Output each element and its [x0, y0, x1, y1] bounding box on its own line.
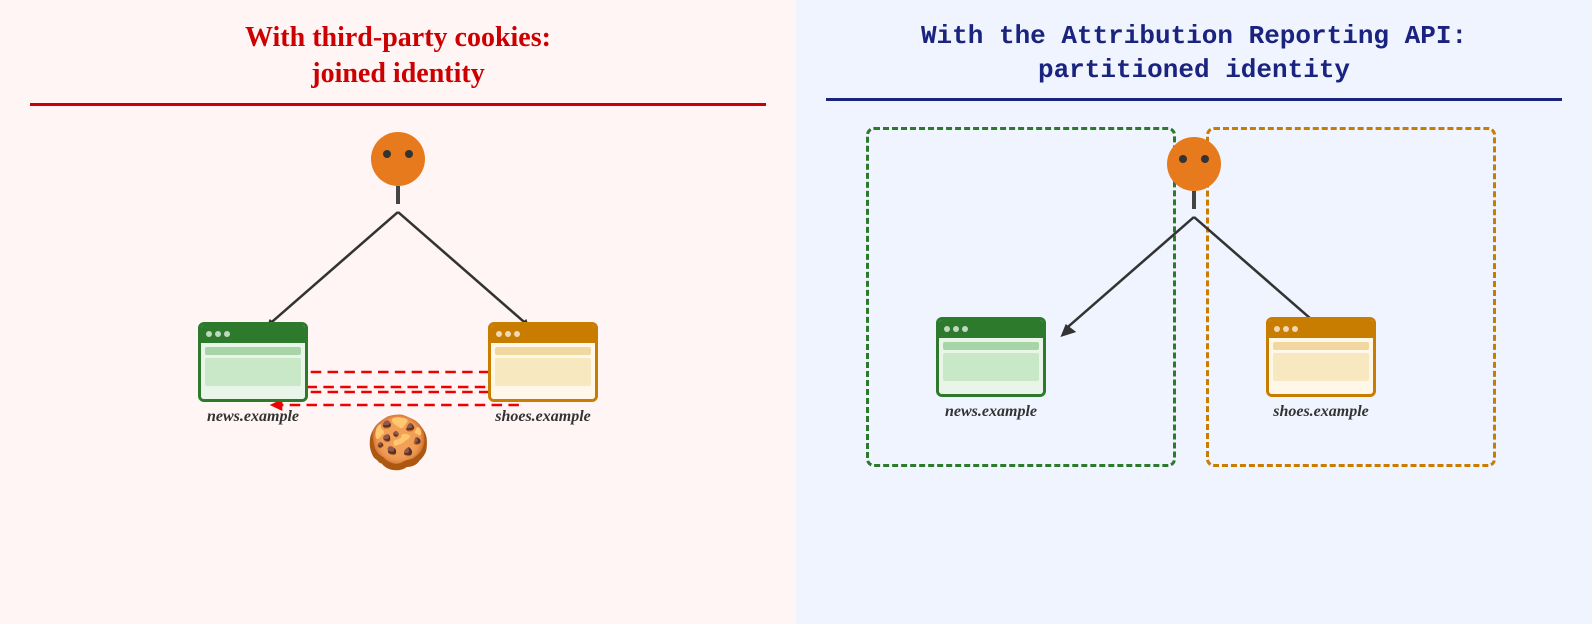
right-title-line2: partitioned identity	[1038, 55, 1350, 85]
left-diagram: news.example shoes.example 🍪	[30, 122, 766, 522]
left-person-head	[371, 132, 425, 186]
left-title-line1: With third-party cookies:	[245, 22, 551, 53]
browser-bar-1	[205, 347, 301, 355]
cookie-icon: 🍪	[366, 412, 431, 473]
right-shoes-label: shoes.example	[1273, 403, 1369, 421]
left-person	[371, 132, 425, 204]
right-browser-shoes-titlebar	[1269, 320, 1373, 338]
left-panel: With third-party cookies: joined identit…	[0, 0, 796, 624]
browser-dot-2	[215, 331, 221, 337]
rbrowser-block-1	[943, 353, 1039, 381]
rbrowser-dot-1	[944, 326, 950, 332]
right-title: With the Attribution Reporting API: part…	[921, 20, 1467, 88]
browser-dot-5	[505, 331, 511, 337]
left-person-neck	[396, 186, 400, 204]
browser-bar-2	[495, 347, 591, 355]
right-browser-news-content	[939, 338, 1043, 394]
browser-block-1	[205, 358, 301, 386]
right-browser-news	[936, 317, 1046, 397]
left-divider	[30, 103, 766, 106]
right-browser-shoes-content	[1269, 338, 1373, 394]
right-diagram: news.example shoes.example	[826, 117, 1562, 517]
rbrowser-dot-3	[962, 326, 968, 332]
left-browser-news-content	[201, 343, 305, 399]
rbrowser-dot-5	[1283, 326, 1289, 332]
left-browser-shoes-titlebar	[491, 325, 595, 343]
right-person-head	[1167, 137, 1221, 191]
right-panel: With the Attribution Reporting API: part…	[796, 0, 1592, 624]
rbrowser-dot-4	[1274, 326, 1280, 332]
left-title: With third-party cookies: joined identit…	[245, 20, 551, 93]
right-person-neck	[1192, 191, 1196, 209]
rbrowser-dot-6	[1292, 326, 1298, 332]
right-browser-news-titlebar	[939, 320, 1043, 338]
right-browser-shoes	[1266, 317, 1376, 397]
left-title-line2: joined identity	[311, 58, 484, 89]
browser-dot-1	[206, 331, 212, 337]
right-news-label: news.example	[945, 403, 1037, 421]
right-title-line1: With the Attribution Reporting API:	[921, 21, 1467, 51]
left-shoes-label: shoes.example	[495, 408, 591, 426]
right-divider	[826, 98, 1562, 101]
rbrowser-block-2	[1273, 353, 1369, 381]
left-news-label: news.example	[207, 408, 299, 426]
browser-dot-4	[496, 331, 502, 337]
left-browser-news-titlebar	[201, 325, 305, 343]
left-browser-shoes	[488, 322, 598, 402]
browser-dot-3	[224, 331, 230, 337]
left-browser-news	[198, 322, 308, 402]
rbrowser-bar-1	[943, 342, 1039, 350]
browser-block-2	[495, 358, 591, 386]
right-person	[1167, 137, 1221, 209]
rbrowser-bar-2	[1273, 342, 1369, 350]
rbrowser-dot-2	[953, 326, 959, 332]
left-browser-shoes-content	[491, 343, 595, 399]
browser-dot-6	[514, 331, 520, 337]
